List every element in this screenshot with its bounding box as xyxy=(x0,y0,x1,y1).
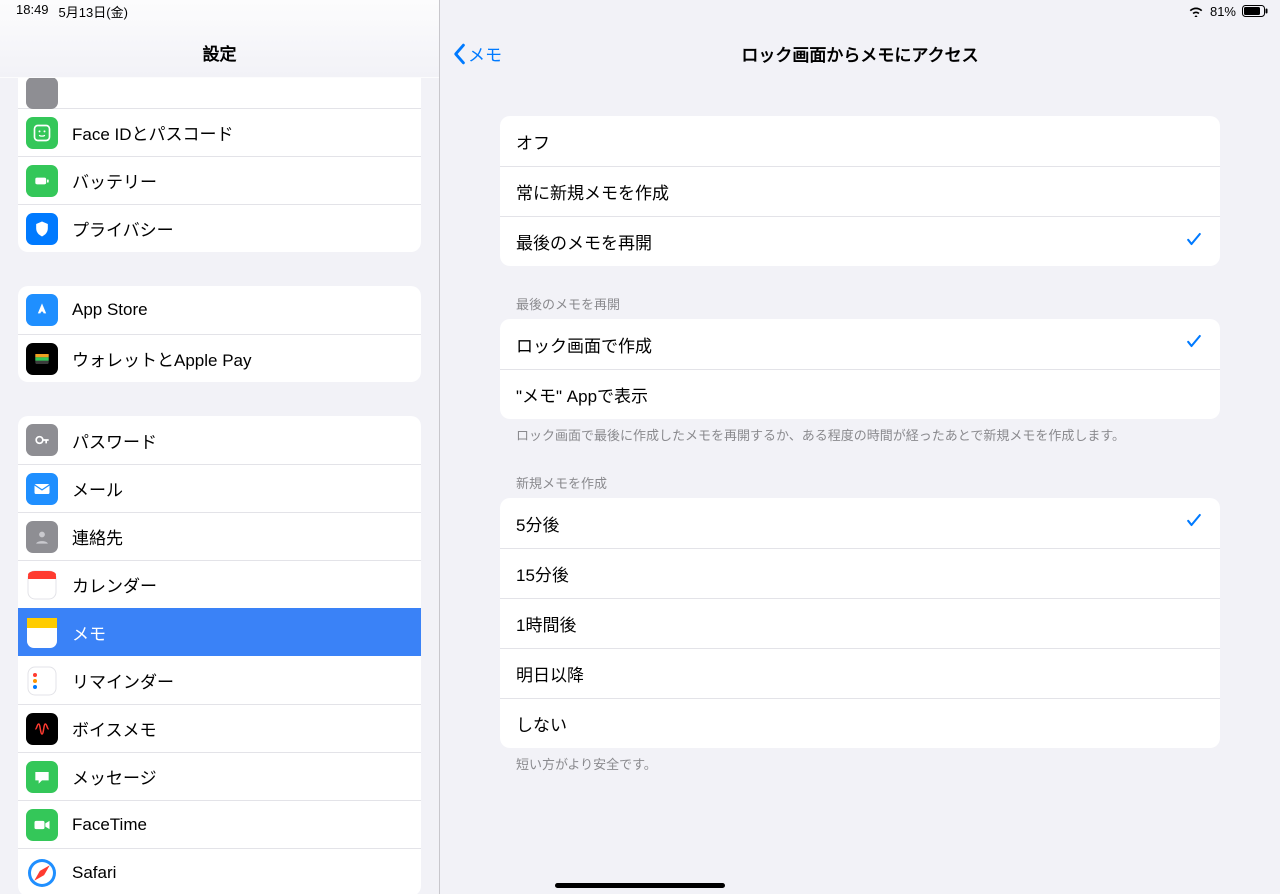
sidebar-item-label: カレンダー xyxy=(72,572,157,597)
option-row[interactable]: 常に新規メモを作成 xyxy=(500,166,1220,216)
chevron-left-icon xyxy=(452,43,466,65)
battery-icon xyxy=(1242,5,1268,17)
safari-icon xyxy=(26,857,58,889)
sidebar-item-label: 連絡先 xyxy=(72,524,123,549)
sidebar-item-mail[interactable]: メール xyxy=(18,464,421,512)
sidebar-item-wallet[interactable]: ウォレットとApple Pay xyxy=(18,334,421,382)
option-label: ロック画面で作成 xyxy=(516,332,652,357)
check-icon xyxy=(1184,331,1204,357)
option-label: 明日以降 xyxy=(516,661,584,686)
status-bar: 18:49 5月13日(金) 81% xyxy=(0,0,1280,20)
option-row[interactable]: ロック画面で作成 xyxy=(500,319,1220,369)
sidebar-item-label: ボイスメモ xyxy=(72,716,157,741)
appstore-icon xyxy=(26,294,58,326)
status-battery-pct: 81% xyxy=(1210,4,1236,19)
sidebar-item-privacy[interactable]: プライバシー xyxy=(18,204,421,252)
wifi-icon xyxy=(1188,5,1204,17)
battery-icon xyxy=(26,165,58,197)
option-row[interactable]: 1時間後 xyxy=(500,598,1220,648)
option-row[interactable]: 5分後 xyxy=(500,498,1220,548)
section-header: 最後のメモを再開 xyxy=(516,294,1220,313)
sidebar-item-label: パスワード xyxy=(72,428,157,453)
reminders-icon xyxy=(26,665,58,697)
option-row[interactable]: しない xyxy=(500,698,1220,748)
back-label: メモ xyxy=(468,41,502,66)
facetime-icon xyxy=(26,809,58,841)
mail-icon xyxy=(26,473,58,505)
sidebar-item-label: メモ xyxy=(72,620,106,645)
notes-icon xyxy=(26,617,58,649)
sidebar-item-reminders[interactable]: リマインダー xyxy=(18,656,421,704)
status-time: 18:49 xyxy=(16,2,49,21)
option-row[interactable]: "メモ" Appで表示 xyxy=(500,369,1220,419)
check-icon xyxy=(1184,510,1204,536)
sidebar-item-label: Face IDとパスコード xyxy=(72,120,234,145)
option-row[interactable]: 15分後 xyxy=(500,548,1220,598)
sidebar-item-contacts[interactable]: 連絡先 xyxy=(18,512,421,560)
calendar-icon xyxy=(26,569,58,601)
voicememos-icon xyxy=(26,713,58,745)
sidebar-item-battery[interactable]: バッテリー xyxy=(18,156,421,204)
option-label: 最後のメモを再開 xyxy=(516,229,652,254)
privacy-icon xyxy=(26,213,58,245)
sidebar-item-label: Safari xyxy=(72,863,116,883)
section-header: 新規メモを作成 xyxy=(516,473,1220,492)
sidebar-item-voicememos[interactable]: ボイスメモ xyxy=(18,704,421,752)
sidebar-item-messages[interactable]: メッセージ xyxy=(18,752,421,800)
sidebar-item-calendar[interactable]: カレンダー xyxy=(18,560,421,608)
faceid-icon xyxy=(26,117,58,149)
sidebar: 設定 Face IDとパスコードバッテリープライバシーApp Storeウォレッ… xyxy=(0,0,440,894)
option-label: 常に新規メモを作成 xyxy=(516,179,669,204)
sidebar-item-partial[interactable] xyxy=(18,78,421,108)
sidebar-item-label: ウォレットとApple Pay xyxy=(72,346,252,371)
sidebar-item-label: メッセージ xyxy=(72,764,157,789)
option-label: しない xyxy=(516,711,567,736)
option-label: 1時間後 xyxy=(516,611,576,636)
page-title: ロック画面からメモにアクセス xyxy=(741,41,978,66)
sidebar-item-label: バッテリー xyxy=(72,168,157,193)
sidebar-item-label: App Store xyxy=(72,300,148,320)
status-date: 5月13日(金) xyxy=(59,2,128,21)
contacts-icon xyxy=(26,521,58,553)
option-row[interactable]: 最後のメモを再開 xyxy=(500,216,1220,266)
section-footer: ロック画面で最後に作成したメモを再開するか、ある程度の時間が経ったあとで新規メモ… xyxy=(516,427,1204,445)
partial-icon xyxy=(26,78,58,109)
sidebar-item-faceid[interactable]: Face IDとパスコード xyxy=(18,108,421,156)
sidebar-item-label: リマインダー xyxy=(72,668,174,693)
sidebar-item-notes[interactable]: メモ xyxy=(18,608,421,656)
option-label: 15分後 xyxy=(516,561,569,586)
option-label: "メモ" Appで表示 xyxy=(516,382,648,407)
sidebar-item-label: FaceTime xyxy=(72,815,147,835)
section-footer: 短い方がより安全です。 xyxy=(516,756,1204,774)
option-row[interactable]: 明日以降 xyxy=(500,648,1220,698)
wallet-icon xyxy=(26,343,58,375)
sidebar-item-label: メール xyxy=(72,476,123,501)
messages-icon xyxy=(26,761,58,793)
main-pane: メモ ロック画面からメモにアクセス オフ常に新規メモを作成最後のメモを再開最後の… xyxy=(440,0,1280,894)
sidebar-item-safari[interactable]: Safari xyxy=(18,848,421,894)
back-button[interactable]: メモ xyxy=(452,41,502,66)
home-indicator xyxy=(555,883,725,888)
option-label: 5分後 xyxy=(516,511,559,536)
check-icon xyxy=(1184,229,1204,255)
sidebar-item-label: プライバシー xyxy=(72,216,174,241)
option-label: オフ xyxy=(516,129,550,154)
sidebar-item-facetime[interactable]: FaceTime xyxy=(18,800,421,848)
passwords-icon xyxy=(26,424,58,456)
sidebar-item-passwords[interactable]: パスワード xyxy=(18,416,421,464)
sidebar-item-appstore[interactable]: App Store xyxy=(18,286,421,334)
option-row[interactable]: オフ xyxy=(500,116,1220,166)
